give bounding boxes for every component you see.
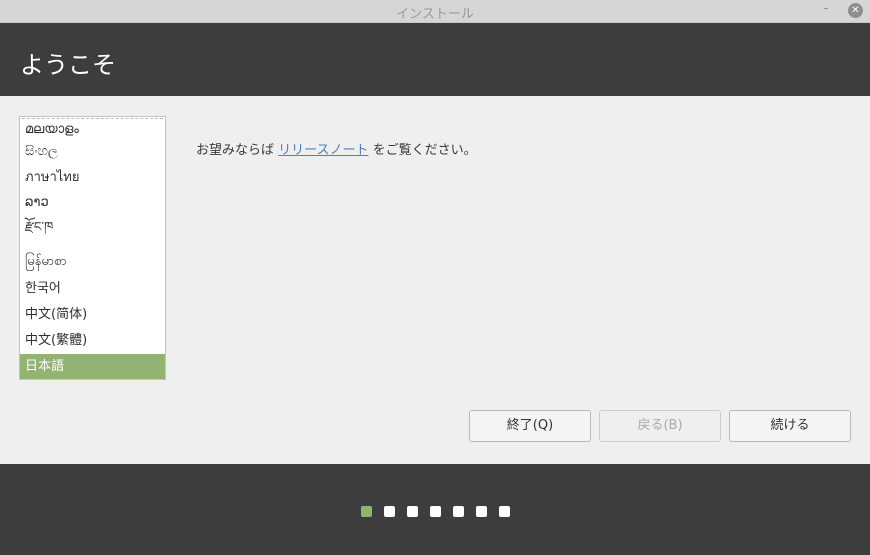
language-item-lao[interactable]: ລາວ [20,190,165,216]
close-icon[interactable]: ✕ [848,3,863,18]
language-list[interactable]: മലയാളം සිංහල ภาษาไทย ລາວ རྫོང་ཁ မြန်မာစာ… [19,116,166,380]
step-dot-6 [476,506,487,517]
release-notes-prefix: お望みならば [196,143,279,158]
language-item-chinese-traditional[interactable]: 中文(繁體) [20,328,165,354]
release-notes-suffix: をご覧ください。 [368,143,477,158]
page-footer [0,464,870,555]
language-item-sinhala[interactable]: සිංහල [20,139,165,165]
step-dot-4 [430,506,441,517]
quit-button[interactable]: 終了(Q) [469,410,591,442]
language-item-korean[interactable]: 한국어 [20,276,165,302]
window-titlebar: インストール - ✕ [0,0,870,23]
release-notes-link[interactable]: リリースノート [278,143,368,158]
page-title: ようこそ [20,51,116,79]
release-notes-text: お望みならば リリースノート をご覧ください。 [196,139,477,158]
step-dot-7 [499,506,510,517]
step-dot-2 [384,506,395,517]
page-header: ようこそ [0,23,870,96]
language-item-japanese[interactable]: 日本語 [20,354,165,379]
window-title: インストール [396,7,474,22]
language-item-thai[interactable]: ภาษาไทย [20,165,165,191]
back-button[interactable]: 戻る(B) [599,410,721,442]
language-item-chinese-simplified[interactable]: 中文(简体) [20,302,165,328]
minimize-button[interactable]: - [818,1,834,19]
step-dot-5 [453,506,464,517]
language-item-burmese[interactable]: မြန်မာစာ [20,249,165,275]
step-dot-3 [407,506,418,517]
language-item-dzongkha[interactable]: རྫོང་ཁ [20,215,165,241]
continue-button[interactable]: 続ける [729,410,851,442]
step-dot-1 [361,506,372,517]
